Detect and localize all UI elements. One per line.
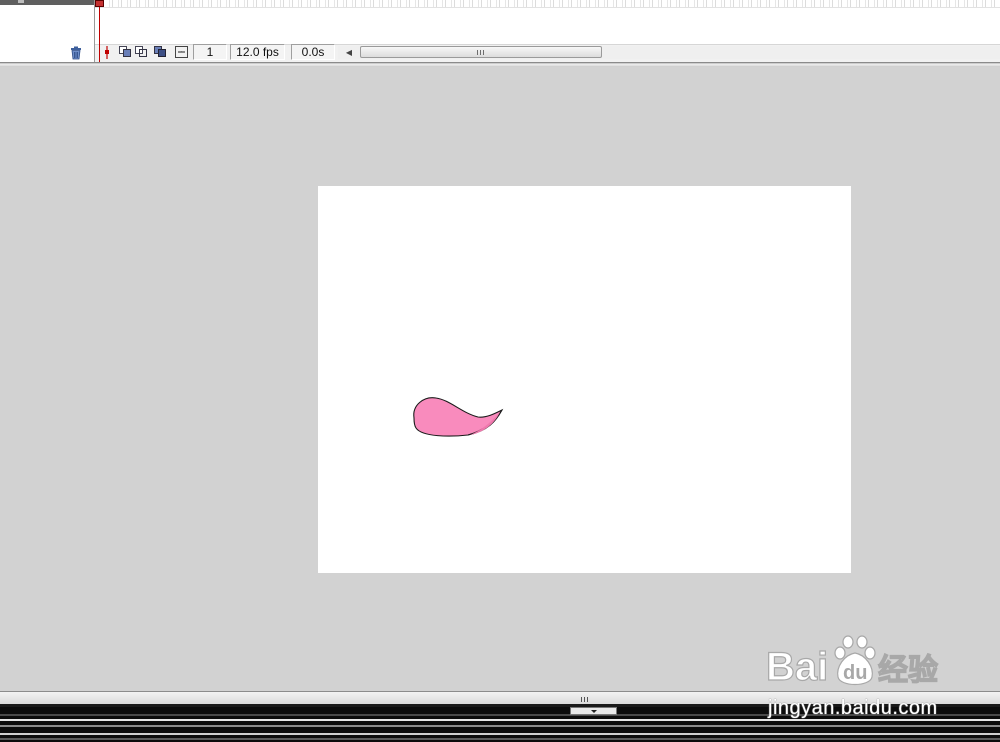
modify-onion-markers-icon[interactable]: · — [175, 45, 188, 59]
playhead-line — [99, 0, 100, 62]
svg-text:du: du — [843, 662, 867, 684]
timeline-panel: · 1 12.0 fps 0.0s ◀ — [0, 0, 1000, 66]
grip-icon — [581, 697, 589, 702]
frame-rate-field[interactable]: 12.0 fps — [230, 44, 285, 60]
scrollbar-thumb[interactable] — [360, 46, 602, 58]
layer-list — [0, 0, 95, 62]
scroll-left-arrow-icon[interactable]: ◀ — [343, 46, 355, 59]
chevron-down-icon — [590, 709, 597, 713]
center-frame-icon[interactable] — [100, 45, 113, 59]
petal-shape[interactable] — [410, 391, 506, 451]
baidu-logo: Bai du 经验 — [766, 635, 939, 690]
playhead-handle[interactable] — [95, 0, 104, 7]
frame-ruler[interactable] — [95, 0, 1000, 8]
svg-text:·: · — [180, 48, 183, 58]
elapsed-time-field: 0.0s — [291, 44, 335, 60]
current-frame-field[interactable]: 1 — [193, 44, 227, 60]
edit-multiple-frames-icon[interactable] — [154, 45, 167, 59]
frames-grid[interactable] — [95, 0, 1000, 44]
watermark-url: jingyan.baidu.com — [768, 697, 938, 719]
svg-text:经验: 经验 — [878, 653, 938, 688]
timeline-status-bar: · 1 12.0 fps 0.0s ◀ — [95, 44, 1000, 62]
baidu-watermark: Bai du 经验 jingyan.baidu.com — [766, 633, 996, 723]
trash-icon[interactable] — [69, 46, 83, 60]
grip-icon — [477, 50, 485, 55]
layer-icon — [18, 0, 24, 3]
collapse-panel-button[interactable] — [570, 707, 617, 715]
svg-text:Bai: Bai — [766, 645, 828, 689]
stage-canvas[interactable] — [318, 186, 851, 573]
panel-divider[interactable] — [0, 62, 1000, 67]
layer-row-selected[interactable] — [0, 0, 94, 5]
onion-skin-icon[interactable] — [119, 45, 132, 59]
onion-skin-outlines-icon[interactable] — [135, 45, 148, 59]
